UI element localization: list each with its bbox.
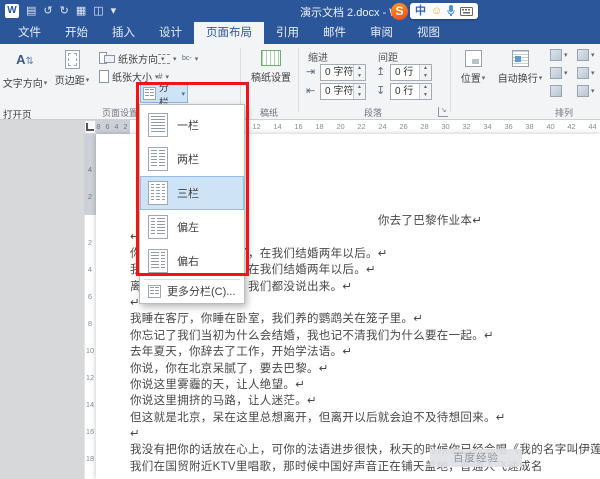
position-icon — [465, 50, 482, 67]
quick-access-toolbar: W ▤ ↺ ↻ ▦ ◫ ▾ — [0, 4, 116, 18]
one-column-icon — [148, 113, 168, 137]
columns-dropdown-menu: 一栏 两栏 三栏 偏左 偏右 更多分栏(C)... — [139, 104, 245, 304]
group-label-paragraph: 段落 — [302, 106, 444, 119]
keyboard-icon[interactable] — [460, 7, 473, 16]
indent-right-spinner[interactable]: 0 字符▲▼ — [320, 83, 366, 100]
position-button[interactable]: 位置▾ — [453, 47, 493, 107]
word-window: W ▤ ↺ ↻ ▦ ◫ ▾ 演示文档 2.docx - Wo S 中 ☺ 文件开始插入设计… — [0, 0, 600, 479]
indent-header: 缩进 — [308, 49, 328, 64]
hyphenation-icon: bc- — [182, 54, 192, 64]
margins-button[interactable]: 页边距▾ — [50, 47, 94, 107]
group-label-arrange: 排列 — [532, 106, 596, 119]
wrap-text-icon — [512, 50, 529, 67]
paper-size-icon — [99, 70, 109, 83]
menu-item-one-column[interactable]: 一栏 — [140, 108, 244, 142]
indent-right-icon: ⇤ — [306, 84, 315, 98]
selection-pane-button[interactable] — [550, 85, 562, 97]
rotate-button[interactable]: ▾ — [577, 85, 595, 97]
watermark: 百度经验 — [430, 449, 522, 467]
tab-home[interactable]: 开始 — [53, 22, 100, 44]
paper-size-button[interactable]: 纸张大小▾ — [97, 68, 161, 85]
indent-left-spinner[interactable]: 0 字符▲▼ — [320, 64, 366, 81]
bring-forward-button[interactable]: ▾ — [550, 49, 568, 61]
vertical-ruler[interactable]: 42 24681012141618 — [84, 134, 96, 479]
align-icon — [577, 49, 589, 61]
microphone-icon[interactable] — [447, 5, 455, 17]
menu-item-two-columns[interactable]: 两栏 — [140, 142, 244, 176]
menu-item-three-columns[interactable]: 三栏 — [140, 176, 244, 210]
menu-item-right-column[interactable]: 偏右 — [140, 244, 244, 278]
spacing-after-spinner[interactable]: 0 行▲▼ — [390, 83, 432, 100]
manuscript-grid-icon — [261, 50, 281, 66]
hyphenation-button[interactable]: bc-▾ — [180, 50, 200, 67]
tab-design[interactable]: 设计 — [147, 22, 194, 44]
tab-file[interactable]: 文件 — [6, 22, 53, 44]
group-objects-button[interactable]: ▾ — [577, 67, 595, 79]
tab-insert[interactable]: 插入 — [100, 22, 147, 44]
align-button[interactable]: ▾ — [577, 49, 595, 61]
emoji-icon[interactable]: ☺ — [431, 3, 442, 19]
window-icon[interactable]: ◫ — [93, 4, 103, 18]
redo-icon[interactable]: ↻ — [60, 4, 69, 18]
rotate-icon — [577, 85, 589, 97]
document-title: 演示文档 2.docx - Wo — [300, 4, 406, 20]
grid-setup-button[interactable]: 稿纸设置 — [246, 47, 296, 107]
partial-tooltip-text: 打开页 — [3, 107, 32, 121]
save-icon[interactable]: ▤ — [26, 4, 36, 18]
tab-page-layout[interactable]: 页面布局 — [194, 22, 264, 44]
menu-item-more-columns[interactable]: 更多分栏(C)... — [140, 281, 244, 301]
columns-icon — [143, 87, 156, 100]
two-columns-icon — [148, 147, 168, 171]
table-icon[interactable]: ▦ — [76, 4, 86, 18]
tab-review[interactable]: 审阅 — [358, 22, 405, 44]
title-bar: W ▤ ↺ ↻ ▦ ◫ ▾ 演示文档 2.docx - Wo S 中 ☺ — [0, 0, 600, 22]
more-columns-icon — [148, 285, 161, 298]
wrap-text-button[interactable]: 自动换行▾ — [495, 47, 545, 107]
spacing-before-icon: ↥ — [376, 65, 385, 79]
send-backward-button[interactable]: ▾ — [550, 67, 568, 79]
spacing-after-icon: ↧ — [376, 84, 385, 98]
right-narrow-column-icon — [148, 249, 168, 273]
group-objects-icon — [577, 67, 589, 79]
bring-forward-icon — [550, 49, 562, 61]
paragraph-dialog-launcher[interactable]: ↘ — [438, 107, 448, 117]
left-narrow-column-icon — [148, 215, 168, 239]
breaks-button[interactable]: ▾ — [156, 50, 179, 67]
send-backward-icon — [550, 67, 562, 79]
tab-view[interactable]: 视图 — [405, 22, 452, 44]
tab-mailings[interactable]: 邮件 — [311, 22, 358, 44]
three-columns-icon — [148, 181, 168, 205]
word-logo-icon: W — [5, 4, 19, 18]
undo-icon[interactable]: ↺ — [43, 4, 52, 18]
page-break-icon — [158, 54, 170, 64]
spacing-before-spinner[interactable]: 0 行▲▼ — [390, 64, 432, 81]
columns-button[interactable]: 分栏▾ — [140, 84, 188, 103]
ime-language-toggle[interactable]: 中 — [415, 3, 426, 19]
ribbon: A⇅ 文字方向▾ 页边距▾ 纸张方向▾ 纸张大小▾ ▾ #▾ bc-▾ 分栏▾ — [0, 44, 600, 120]
selection-pane-icon — [550, 85, 562, 97]
customize-quick-access-icon[interactable]: ▾ — [111, 4, 117, 18]
sogou-logo-icon[interactable]: S — [391, 3, 408, 20]
menu-item-left-column[interactable]: 偏左 — [140, 210, 244, 244]
indent-left-icon: ⇥ — [306, 65, 315, 79]
menu-separator — [144, 279, 240, 280]
spacing-header: 间距 — [378, 49, 398, 64]
ribbon-tab-bar: 文件开始插入设计页面布局引用邮件审阅视图 — [0, 22, 600, 44]
text-direction-button[interactable]: A⇅ 文字方向▾ — [2, 47, 48, 107]
margins-icon — [65, 50, 80, 69]
group-label-grid: 稿纸 — [243, 106, 295, 119]
ime-toolbar: S 中 ☺ — [391, 2, 478, 20]
text-direction-icon: A⇅ — [16, 50, 34, 72]
tab-references[interactable]: 引用 — [264, 22, 311, 44]
orientation-icon — [99, 52, 115, 65]
